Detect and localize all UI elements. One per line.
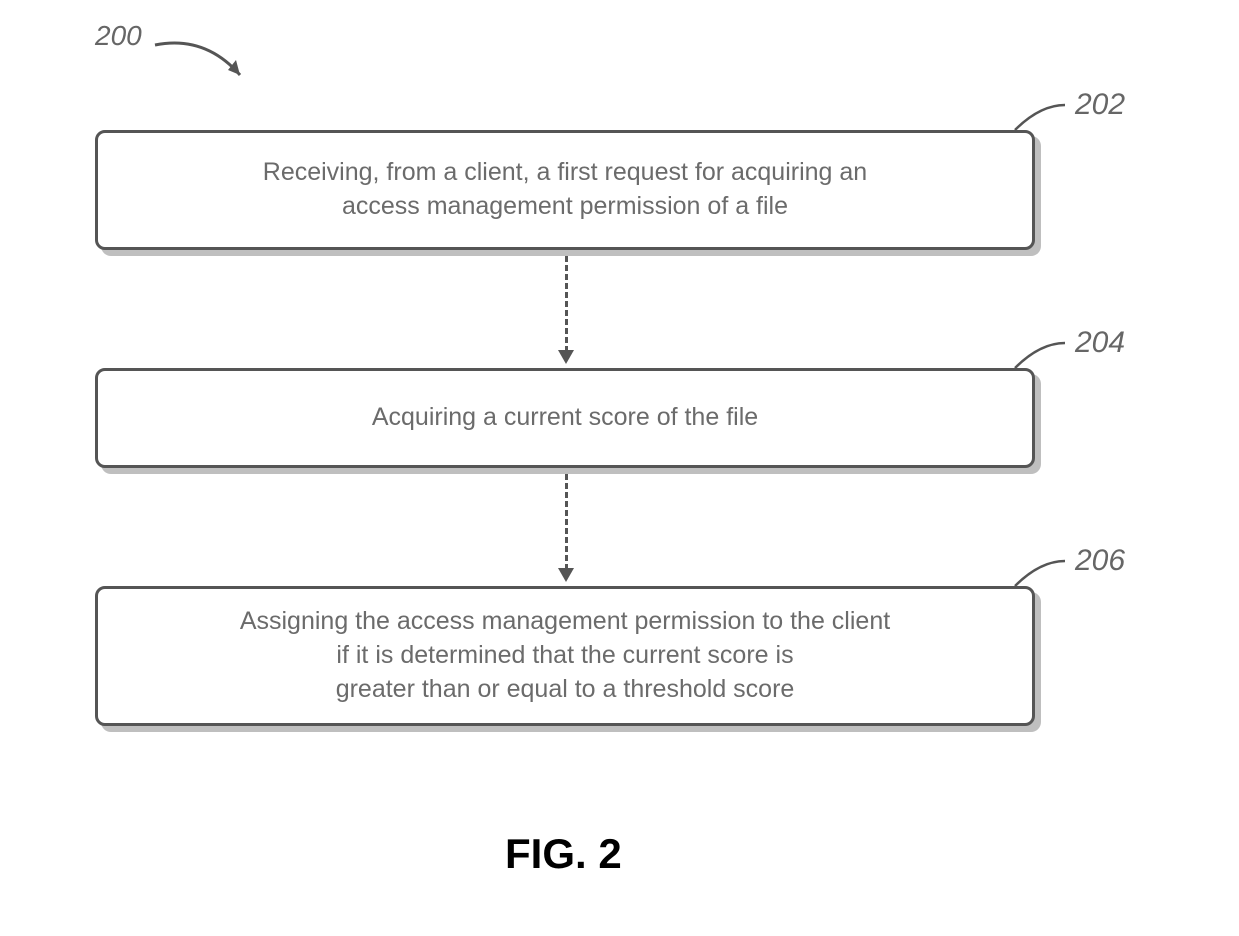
flow-arrow-head <box>558 350 574 364</box>
flow-arrow <box>565 256 568 352</box>
flow-step-text: Receiving, from a client, a first reques… <box>263 156 867 224</box>
flow-arrow <box>565 474 568 570</box>
flow-arrow-head <box>558 568 574 582</box>
ref-pointer <box>1010 100 1080 140</box>
flowchart-canvas: 200 Receiving, from a client, a first re… <box>0 0 1239 936</box>
figure-number-pointer <box>150 30 270 100</box>
ref-pointer <box>1010 338 1080 378</box>
flow-step-box: Assigning the access management permissi… <box>95 586 1035 726</box>
flow-step-box: Acquiring a current score of the file <box>95 368 1035 468</box>
step-ref-label: 204 <box>1075 326 1125 360</box>
flow-step-box: Receiving, from a client, a first reques… <box>95 130 1035 250</box>
flow-step-text: Assigning the access management permissi… <box>240 605 890 706</box>
flow-step-text: Acquiring a current score of the file <box>372 401 758 435</box>
ref-pointer <box>1010 556 1080 596</box>
step-ref-label: 206 <box>1075 544 1125 578</box>
figure-number-label: 200 <box>95 20 142 52</box>
figure-caption: FIG. 2 <box>505 830 622 878</box>
step-ref-label: 202 <box>1075 88 1125 122</box>
